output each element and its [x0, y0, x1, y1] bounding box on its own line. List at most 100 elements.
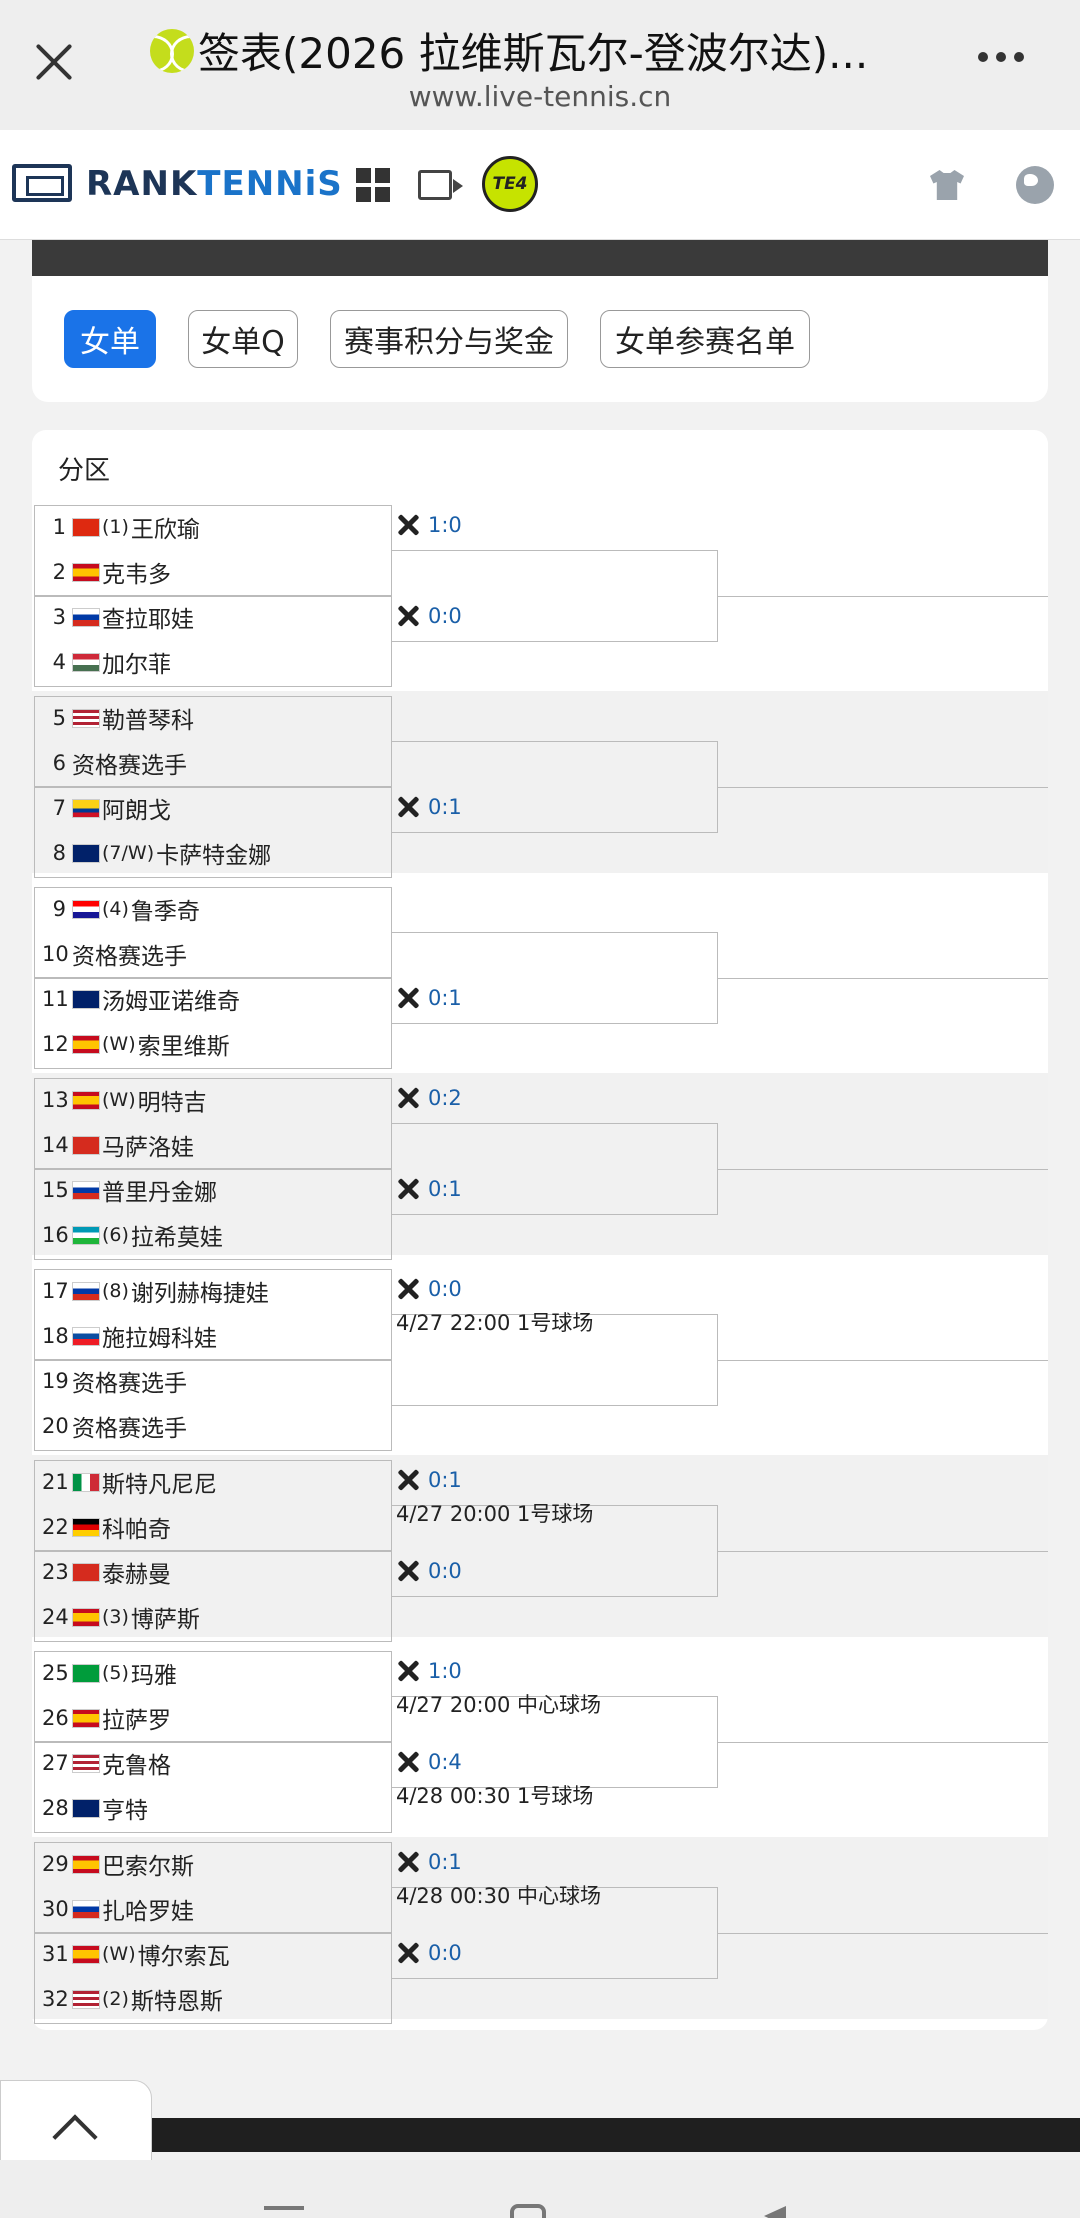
tab-points-prize[interactable]: 赛事积分与奖金 [330, 310, 568, 368]
player-name[interactable]: 亨特 [102, 1791, 148, 1825]
player-row[interactable]: 24 (3) 博萨斯 [42, 1597, 200, 1637]
player-row[interactable]: 27 克鲁格 [42, 1743, 171, 1783]
h2h-score[interactable]: 0:0 [396, 1939, 462, 1967]
site-logo[interactable]: RANKTENNiS [86, 164, 343, 204]
player-name[interactable]: 卡萨特金娜 [156, 836, 271, 870]
draw-position: 23 [42, 1560, 69, 1584]
menu-icon[interactable] [264, 2206, 304, 2210]
player-name[interactable]: 博萨斯 [131, 1600, 200, 1634]
flag-icon [72, 989, 100, 1009]
player-name[interactable]: 明特吉 [138, 1083, 207, 1117]
player-name[interactable]: 扎哈罗娃 [102, 1892, 194, 1926]
player-name[interactable]: 汤姆亚诺维奇 [102, 982, 240, 1016]
h2h-score[interactable]: 0:1 [396, 984, 462, 1012]
h2h-score[interactable]: 0:0 [396, 602, 462, 630]
h2h-score[interactable]: 0:1 [396, 793, 462, 821]
h2h-score[interactable]: 0:1 [396, 1175, 462, 1203]
player-name[interactable]: 博尔索瓦 [138, 1937, 230, 1971]
player-row[interactable]: 11 汤姆亚诺维奇 [42, 979, 240, 1019]
player-row[interactable]: 23 泰赫曼 [42, 1552, 171, 1592]
court-logo-icon[interactable] [12, 164, 72, 202]
player-row[interactable]: 5 勒普琴科 [42, 698, 194, 738]
h2h-score-text: 0:0 [428, 1277, 462, 1301]
video-icon[interactable] [418, 170, 463, 200]
player-row[interactable]: 9 (4) 鲁季奇 [42, 889, 200, 929]
player-name[interactable]: 巴索尔斯 [102, 1847, 194, 1881]
h2h-score[interactable]: 0:0 [396, 1557, 462, 1585]
draw-position: 28 [42, 1796, 69, 1820]
more-icon[interactable] [978, 52, 1038, 72]
h2h-score[interactable]: 0:1 [396, 1848, 462, 1876]
player-name[interactable]: 勒普琴科 [102, 701, 194, 735]
player-name[interactable]: 玛雅 [131, 1656, 177, 1690]
player-name[interactable]: 谢列赫梅捷娃 [131, 1274, 269, 1308]
back-icon[interactable] [764, 2206, 786, 2218]
player-name[interactable]: 科帕奇 [102, 1510, 171, 1544]
player-name[interactable]: 资格赛选手 [72, 746, 187, 780]
player-name[interactable]: 克鲁格 [102, 1746, 171, 1780]
player-name[interactable]: 斯特凡尼尼 [102, 1465, 217, 1499]
player-row[interactable]: 13 (W) 明特吉 [42, 1080, 207, 1120]
player-row[interactable]: 15 普里丹金娜 [42, 1170, 217, 1210]
player-row[interactable]: 6 资格赛选手 [42, 743, 187, 783]
tab-entry-list[interactable]: 女单参赛名单 [600, 310, 810, 368]
player-row[interactable]: 26 拉萨罗 [42, 1698, 171, 1738]
player-row[interactable]: 3 查拉耶娃 [42, 597, 194, 637]
player-row[interactable]: 18 施拉姆科娃 [42, 1316, 217, 1356]
player-row[interactable]: 8 (7/W) 卡萨特金娜 [42, 833, 271, 873]
player-row[interactable]: 17 (8) 谢列赫梅捷娃 [42, 1271, 269, 1311]
te4-badge-icon[interactable]: TE4 [482, 156, 538, 212]
draw-position: 25 [42, 1661, 69, 1685]
player-name[interactable]: 拉萨罗 [102, 1701, 171, 1735]
player-name[interactable]: 斯特恩斯 [131, 1982, 223, 2016]
player-name[interactable]: 资格赛选手 [72, 1409, 187, 1443]
tab-womens-qualifying[interactable]: 女单Q [188, 310, 298, 368]
player-name[interactable]: 王欣瑜 [131, 510, 200, 544]
player-name[interactable]: 加尔菲 [102, 645, 171, 679]
h2h-score[interactable]: 1:0 [396, 1657, 462, 1685]
player-row[interactable]: 16 (6) 拉希莫娃 [42, 1215, 223, 1255]
tab-womens-singles[interactable]: 女单 [64, 310, 156, 368]
player-name[interactable]: 泰赫曼 [102, 1555, 171, 1589]
draw-position: 29 [42, 1852, 69, 1876]
player-row[interactable]: 2 克韦多 [42, 552, 171, 592]
player-row[interactable]: 4 加尔菲 [42, 642, 171, 682]
h2h-score[interactable]: 1:0 [396, 511, 462, 539]
player-name[interactable]: 资格赛选手 [72, 937, 187, 971]
flag-icon [72, 1517, 100, 1537]
player-row[interactable]: 21 斯特凡尼尼 [42, 1462, 217, 1502]
player-name[interactable]: 马萨洛娃 [102, 1128, 194, 1162]
player-row[interactable]: 12 (W) 索里维斯 [42, 1024, 230, 1064]
player-name[interactable]: 资格赛选手 [72, 1364, 187, 1398]
player-row[interactable]: 7 阿朗戈 [42, 788, 171, 828]
draw-position: 9 [52, 897, 66, 921]
player-row[interactable]: 1 (1) 王欣瑜 [42, 507, 200, 547]
player-row[interactable]: 19 资格赛选手 [42, 1361, 187, 1401]
h2h-score[interactable]: 0:4 [396, 1748, 462, 1776]
player-name[interactable]: 施拉姆科娃 [102, 1319, 217, 1353]
globe-icon[interactable] [1016, 166, 1054, 204]
player-name[interactable]: 克韦多 [102, 555, 171, 589]
player-row[interactable]: 29 巴索尔斯 [42, 1844, 194, 1884]
player-name[interactable]: 索里维斯 [138, 1027, 230, 1061]
home-icon[interactable] [510, 2204, 546, 2218]
grid-icon[interactable] [356, 168, 390, 202]
player-row[interactable]: 20 资格赛选手 [42, 1406, 187, 1446]
h2h-score[interactable]: 0:0 [396, 1275, 462, 1303]
player-name[interactable]: 拉希莫娃 [131, 1218, 223, 1252]
player-row[interactable]: 30 扎哈罗娃 [42, 1889, 194, 1929]
player-row[interactable]: 22 科帕奇 [42, 1507, 171, 1547]
shirt-icon[interactable] [930, 170, 964, 200]
player-row[interactable]: 14 马萨洛娃 [42, 1125, 194, 1165]
player-name[interactable]: 普里丹金娜 [102, 1173, 217, 1207]
player-row[interactable]: 25 (5) 玛雅 [42, 1653, 177, 1693]
h2h-score[interactable]: 0:1 [396, 1466, 462, 1494]
player-name[interactable]: 查拉耶娃 [102, 600, 194, 634]
h2h-score[interactable]: 0:2 [396, 1084, 462, 1112]
player-name[interactable]: 鲁季奇 [131, 892, 200, 926]
player-name[interactable]: 阿朗戈 [102, 791, 171, 825]
player-row[interactable]: 28 亨特 [42, 1788, 148, 1828]
player-row[interactable]: 32 (2) 斯特恩斯 [42, 1979, 223, 2019]
player-row[interactable]: 31 (W) 博尔索瓦 [42, 1934, 230, 1974]
player-row[interactable]: 10 资格赛选手 [42, 934, 187, 974]
